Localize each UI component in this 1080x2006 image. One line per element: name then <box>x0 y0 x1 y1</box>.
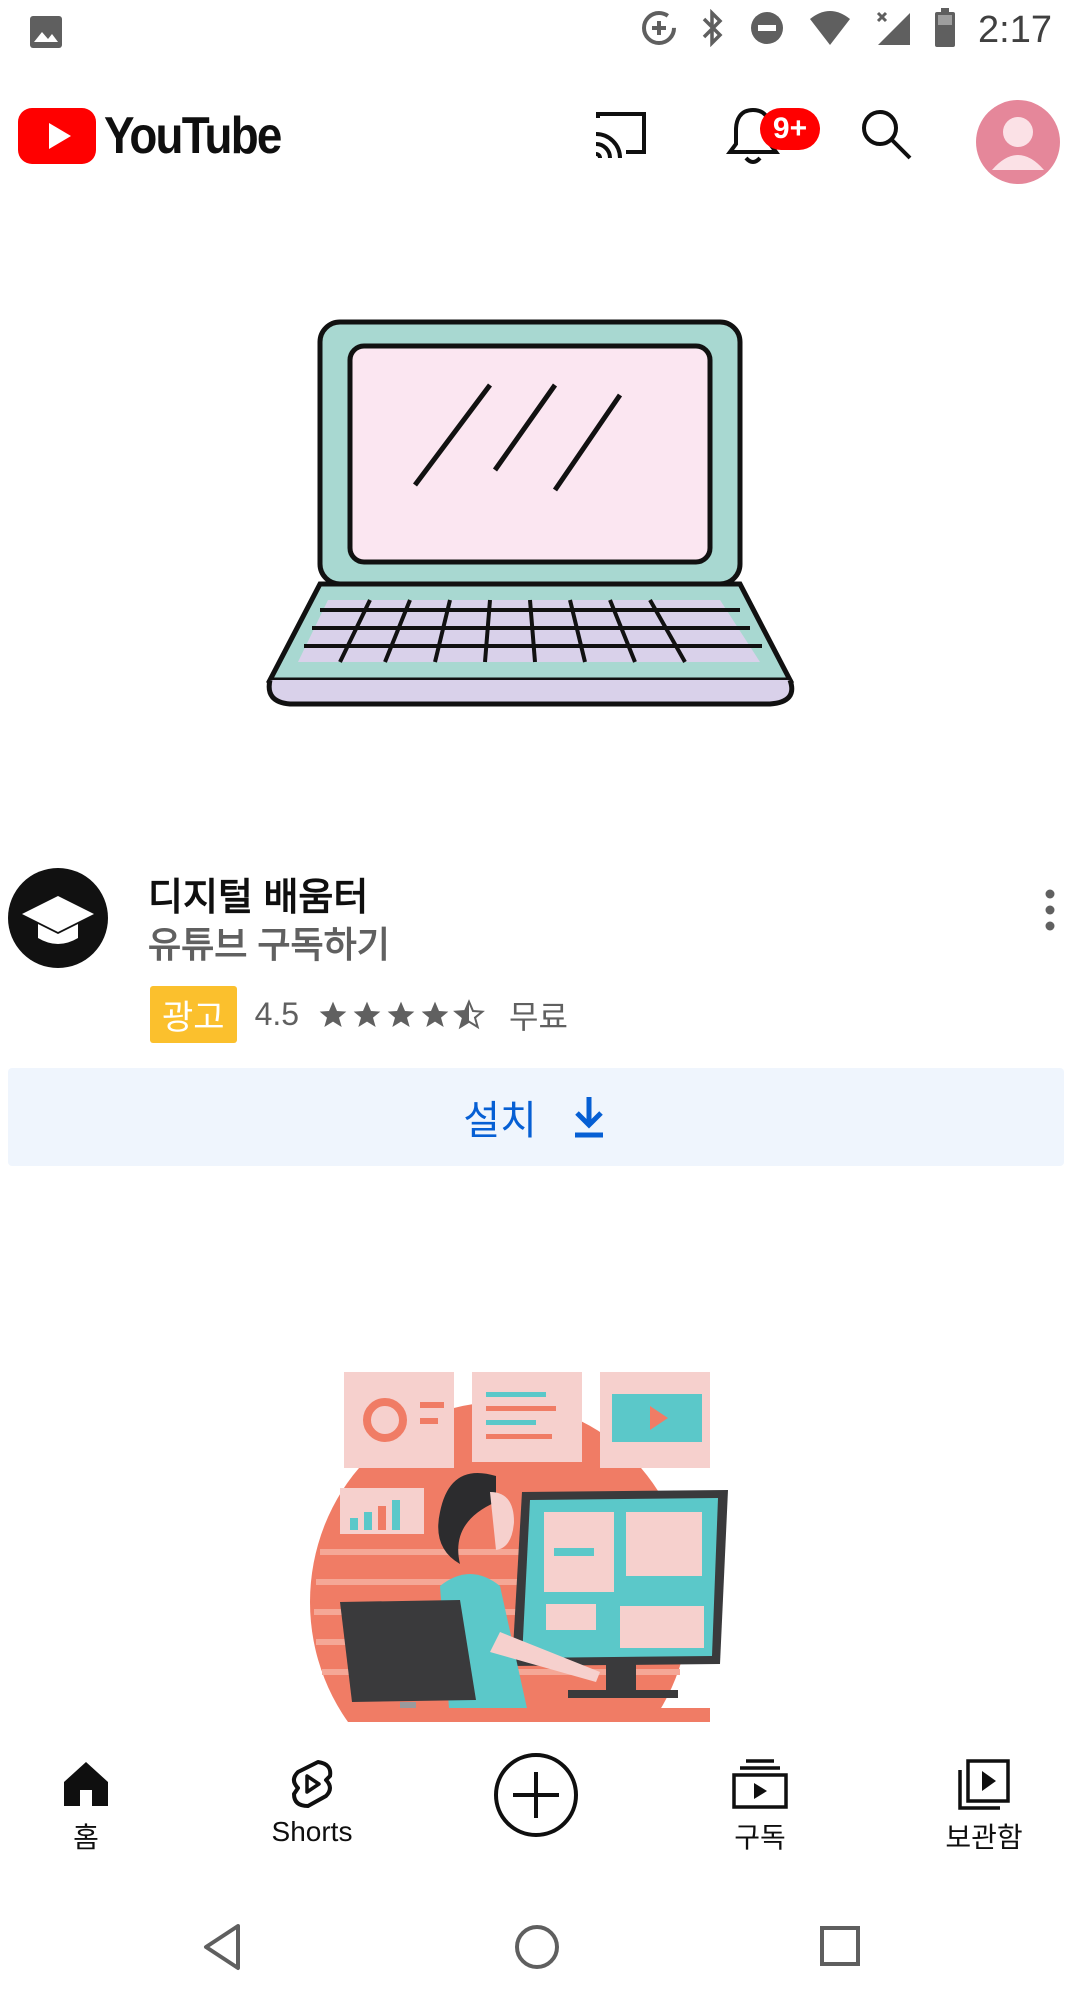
nav-library[interactable]: 보관함 <box>904 1758 1064 1856</box>
star-full-icon <box>421 1001 449 1027</box>
rating-stars <box>317 998 485 1031</box>
cellular-no-signal-icon <box>874 9 912 52</box>
library-icon <box>958 1759 1010 1810</box>
nav-shorts[interactable]: Shorts <box>232 1758 392 1848</box>
advertiser-logo[interactable] <box>8 868 108 968</box>
nav-create-button[interactable] <box>456 1750 616 1840</box>
nav-library-label: 보관함 <box>945 1822 1023 1853</box>
recents-icon[interactable] <box>818 1922 862 1977</box>
nav-subscriptions-label: 구독 <box>734 1822 786 1853</box>
install-label: 설치 <box>463 1099 537 1143</box>
ad-subtitle: 유튜브 구독하기 <box>148 924 390 965</box>
ad-laptop-illustration[interactable] <box>250 310 810 730</box>
clock: 2:17 <box>978 9 1052 51</box>
ad-title[interactable]: 디지털 배움터 <box>148 866 368 921</box>
star-full-icon <box>319 1001 347 1027</box>
ad-meta: 광고 4.5 무료 <box>150 986 568 1043</box>
nav-home-label: 홈 <box>73 1822 99 1853</box>
data-saver-icon <box>640 9 678 52</box>
star-full-icon <box>353 1001 381 1027</box>
logo-text: YouTube <box>104 107 282 165</box>
ad-badge: 광고 <box>150 986 237 1043</box>
home-circle-icon[interactable] <box>512 1922 562 1977</box>
install-button[interactable]: 설치 <box>8 1068 1064 1166</box>
image-icon <box>28 14 64 55</box>
star-full-icon <box>387 1001 415 1027</box>
rating-value: 4.5 <box>254 996 300 1032</box>
notification-badge: 9+ <box>760 108 820 150</box>
nav-home[interactable]: 홈 <box>6 1758 166 1856</box>
app-header: YouTube 9+ <box>0 92 1080 198</box>
cast-icon[interactable] <box>590 104 650 169</box>
star-half-icon <box>453 998 485 1029</box>
nav-subscriptions[interactable]: 구독 <box>680 1758 840 1856</box>
status-bar: 2:17 <box>0 0 1080 72</box>
system-navigation-bar <box>0 1900 1080 2006</box>
price-label: 무료 <box>509 998 568 1035</box>
search-icon[interactable] <box>856 104 916 169</box>
ad-info: 디지털 배움터 유튜브 구독하기 광고 4.5 무료 <box>0 862 1080 1062</box>
battery-icon <box>934 8 956 53</box>
youtube-play-icon <box>18 108 96 164</box>
youtube-logo[interactable]: YouTube <box>18 106 305 166</box>
video-thumbnail-illustration[interactable] <box>300 1372 780 1802</box>
wifi-icon <box>808 9 852 52</box>
more-options-icon[interactable] <box>1030 882 1070 942</box>
bottom-navigation: 홈 Shorts 구독 보관함 <box>0 1740 1080 1880</box>
download-icon <box>574 1097 603 1138</box>
bluetooth-icon <box>700 8 726 52</box>
shorts-icon <box>292 1760 333 1808</box>
do-not-disturb-icon <box>748 9 786 52</box>
create-icon <box>494 1753 578 1837</box>
home-icon <box>64 1762 108 1806</box>
account-avatar[interactable] <box>976 100 1060 184</box>
subscriptions-icon <box>732 1759 788 1809</box>
nav-shorts-label: Shorts <box>271 1816 353 1847</box>
back-icon[interactable] <box>200 1922 244 1977</box>
